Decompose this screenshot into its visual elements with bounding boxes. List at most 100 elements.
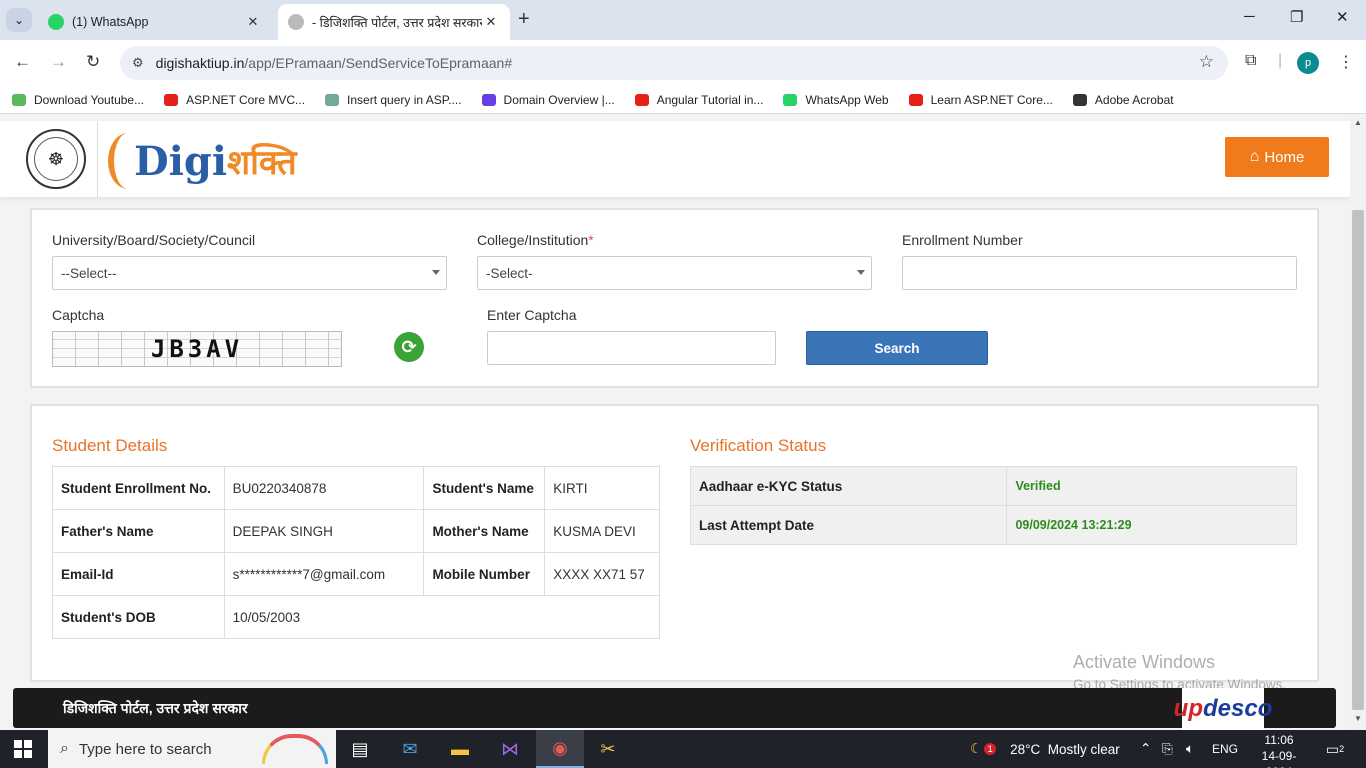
chevron-down-icon: ⌄ bbox=[13, 13, 25, 27]
bookmark-label: Download Youtube... bbox=[34, 92, 145, 107]
detail-key: Mobile Number bbox=[423, 552, 546, 596]
footer-text: डिजिशक्ति पोर्टल, उत्तर प्रदेश सरकार bbox=[63, 700, 248, 716]
url-text: digishaktiup.in/app/EPramaan/SendService… bbox=[155, 55, 513, 71]
home-button[interactable]: ⌂ Home bbox=[1225, 137, 1329, 177]
task-view-icon[interactable]: ▤ bbox=[336, 730, 384, 768]
bookmark-item[interactable]: Learn ASP.NET Core... bbox=[908, 93, 1053, 107]
bookmark-item[interactable]: Adobe Acrobat bbox=[1072, 92, 1174, 107]
network-icon[interactable]: ⎘ bbox=[1162, 730, 1173, 768]
college-label: College/Institution* bbox=[477, 232, 594, 248]
close-icon[interactable]: ✕ bbox=[482, 14, 500, 30]
extensions-icon[interactable]: ⧉ bbox=[1245, 52, 1256, 70]
bookmark-item[interactable]: ASP.NET Core MVC... bbox=[164, 93, 305, 107]
mail-icon[interactable]: ✉ bbox=[386, 730, 434, 768]
detail-value: XXXX XX71 57 bbox=[544, 552, 660, 596]
new-tab-button[interactable]: + bbox=[518, 8, 530, 31]
scroll-down-icon[interactable]: ▼ bbox=[1354, 714, 1362, 723]
profile-avatar[interactable]: p bbox=[1297, 52, 1319, 74]
college-select[interactable]: -Select- bbox=[477, 256, 872, 290]
browser-toolbar: ← → ↻ ⚙ digishaktiup.in/app/EPramaan/Sen… bbox=[0, 40, 1366, 86]
bookmark-item[interactable]: Angular Tutorial in... bbox=[634, 93, 763, 107]
visual-studio-icon[interactable]: ⋈ bbox=[486, 730, 534, 768]
bookmark-label: ASP.NET Core MVC... bbox=[186, 92, 306, 107]
whatsapp-icon bbox=[783, 93, 798, 106]
forward-button[interactable]: → bbox=[50, 52, 67, 72]
university-select[interactable]: --Select-- bbox=[52, 256, 447, 290]
search-highlight-art bbox=[262, 734, 328, 764]
detail-value: 10/05/2003 bbox=[223, 595, 661, 639]
detail-key: Email-Id bbox=[52, 552, 225, 596]
tab-title: (1) WhatsApp bbox=[72, 15, 149, 29]
weather-badge: 1 bbox=[984, 743, 997, 755]
browser-tab-strip: ⌄ (1) WhatsApp ✕ - डिजिशक्ति पोर्टल, उत्… bbox=[0, 0, 1366, 40]
captcha-image: JB3AV bbox=[52, 331, 342, 367]
page-scrollbar[interactable]: ▲ ▼ bbox=[1350, 114, 1366, 730]
restore-button[interactable]: ❐ bbox=[1290, 8, 1303, 26]
last-attempt-value: 09/09/2024 13:21:29 bbox=[1006, 505, 1297, 545]
home-icon: ⌂ bbox=[1249, 148, 1260, 165]
detail-value: KIRTI bbox=[544, 466, 660, 510]
captcha-input[interactable] bbox=[487, 331, 776, 365]
refresh-captcha-icon[interactable]: ⟳ bbox=[394, 332, 424, 362]
bookmarks-bar: Download Youtube... ASP.NET Core MVC... In… bbox=[0, 86, 1366, 114]
kyc-status-key: Aadhaar e-KYC Status bbox=[689, 466, 1008, 506]
download-icon bbox=[12, 93, 26, 106]
scrollbar-thumb[interactable] bbox=[1352, 210, 1364, 710]
last-attempt-key: Last Attempt Date bbox=[689, 505, 1008, 545]
enrollment-input[interactable] bbox=[902, 256, 1297, 290]
windows-start-icon[interactable] bbox=[14, 740, 32, 758]
chrome-icon[interactable]: ◉ bbox=[536, 730, 584, 768]
bookmark-item[interactable]: WhatsApp Web bbox=[783, 92, 889, 107]
language-indicator[interactable]: ENG bbox=[1212, 730, 1238, 768]
weather-widget[interactable]: ☾ 1 28°C Mostly clear bbox=[970, 730, 1120, 768]
tools-app-icon[interactable]: ✂ bbox=[584, 730, 632, 768]
site-settings-icon[interactable]: ⚙ bbox=[132, 55, 144, 71]
student-details-title: Student Details bbox=[52, 436, 168, 455]
table-row: Aadhaar e-KYC Status Verified bbox=[689, 466, 1297, 506]
whatsapp-icon bbox=[48, 14, 64, 30]
tray-chevron-icon[interactable]: ⌃ bbox=[1140, 730, 1151, 768]
dropdown-caret-icon bbox=[857, 270, 865, 275]
table-row: Email-Id s************7@gmail.com Mobile N… bbox=[52, 552, 660, 596]
tab-digishakti[interactable]: - डिजिशक्ति पोर्टल, उत्तर प्रदेश सरकार ✕ bbox=[278, 4, 510, 40]
enrollment-label: Enrollment Number bbox=[902, 232, 1023, 248]
table-row: Father's Name DEEPAK SINGH Mother's Name KU… bbox=[52, 509, 660, 553]
toolbar-divider: | bbox=[1278, 52, 1283, 69]
page-content: ☸ Digi शक्ति ⌂ Home University/Board/Soc… bbox=[0, 114, 1350, 730]
detail-key: Student's DOB bbox=[52, 595, 225, 639]
bookmark-item[interactable]: Domain Overview |... bbox=[481, 92, 615, 107]
detail-value: DEEPAK SINGH bbox=[223, 509, 425, 553]
menu-kebab-icon[interactable]: ⋮ bbox=[1338, 52, 1354, 72]
address-bar[interactable]: ⚙ digishaktiup.in/app/EPramaan/SendServi… bbox=[120, 46, 1228, 80]
scroll-up-icon[interactable]: ▲ bbox=[1354, 118, 1362, 127]
volume-icon[interactable]: 🔈︎ bbox=[1186, 730, 1194, 768]
bookmark-star-icon[interactable]: ☆ bbox=[1199, 52, 1214, 72]
bookmark-item[interactable]: Insert query in ASP.... bbox=[325, 93, 462, 107]
notifications-icon[interactable]: ▭ 2 bbox=[1322, 738, 1348, 760]
taskbar-search[interactable]: ⌕ Type here to search bbox=[48, 730, 336, 768]
file-explorer-icon[interactable]: ▬ bbox=[436, 730, 484, 768]
reload-button[interactable]: ↻ bbox=[86, 52, 100, 72]
close-icon[interactable]: ✕ bbox=[244, 14, 262, 30]
bookmark-label: Domain Overview |... bbox=[503, 92, 615, 107]
search-button[interactable]: Search bbox=[806, 331, 988, 365]
verification-table: Aadhaar e-KYC Status Verified Last Attem… bbox=[689, 466, 1297, 545]
window-close-button[interactable]: ✕ bbox=[1336, 8, 1349, 26]
bookmark-item[interactable]: Download Youtube... bbox=[12, 93, 144, 107]
dropdown-caret-icon bbox=[432, 270, 440, 275]
bookmark-label: WhatsApp Web bbox=[805, 92, 889, 107]
details-panel: Student Details Student Enrollment No. BU… bbox=[30, 404, 1319, 682]
youtube-icon bbox=[164, 93, 179, 106]
back-button[interactable]: ← bbox=[14, 52, 31, 72]
footer-bar: डिजिशक्ति पोर्टल, उत्तर प्रदेश सरकार bbox=[13, 688, 1336, 728]
digishakti-logo[interactable]: Digi शक्ति bbox=[108, 129, 297, 193]
detail-key: Mother's Name bbox=[423, 509, 546, 553]
student-details-table: Student Enrollment No. BU0220340878 Studen… bbox=[52, 466, 661, 639]
tab-whatsapp[interactable]: (1) WhatsApp ✕ bbox=[38, 4, 272, 40]
clock[interactable]: 11:06 14-09-2024 bbox=[1252, 732, 1306, 768]
bookmark-label: Adobe Acrobat bbox=[1094, 92, 1174, 107]
table-row: Last Attempt Date 09/09/2024 13:21:29 bbox=[689, 505, 1297, 545]
table-row: Student Enrollment No. BU0220340878 Studen… bbox=[52, 466, 660, 510]
tab-search-button[interactable]: ⌄ bbox=[6, 8, 32, 32]
minimize-button[interactable]: ─ bbox=[1244, 8, 1255, 25]
